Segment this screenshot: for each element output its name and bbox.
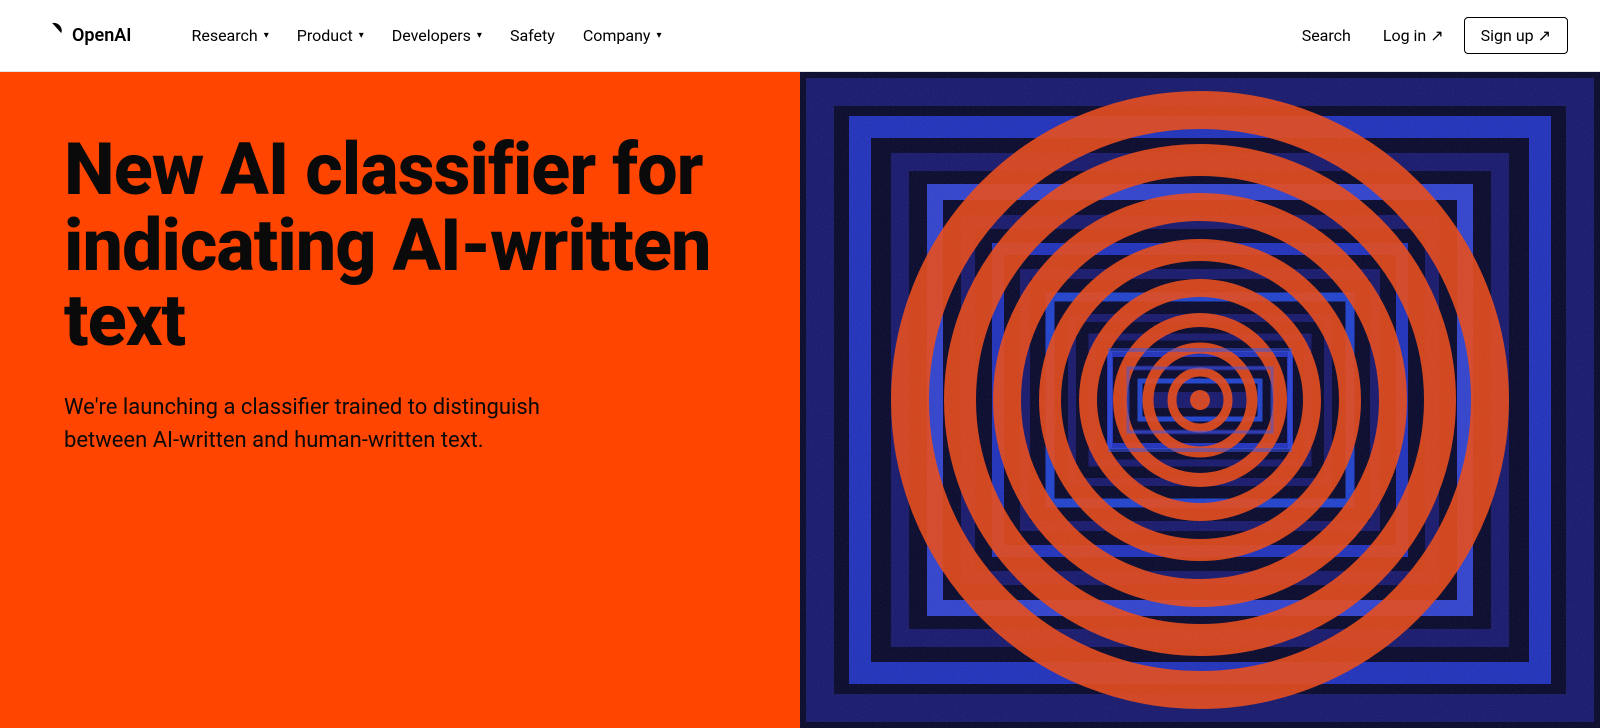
hero-subtitle: We're launching a classifier trained to …	[64, 391, 584, 457]
art-container	[800, 72, 1600, 728]
nav-item-company[interactable]: Company ▾	[571, 18, 674, 53]
search-button[interactable]: Search	[1290, 18, 1363, 53]
navbar: OpenAI Research ▾ Product ▾ Developers ▾…	[0, 0, 1600, 72]
chevron-down-icon: ▾	[477, 30, 482, 41]
chevron-down-icon: ▾	[359, 30, 364, 41]
hero-title: New AI classifier for indicating AI-writ…	[64, 132, 736, 359]
chevron-down-icon: ▾	[656, 30, 661, 41]
hero-artwork	[800, 72, 1600, 728]
nav-item-product[interactable]: Product ▾	[285, 18, 376, 53]
hero-section: New AI classifier for indicating AI-writ…	[0, 72, 1600, 728]
nav-links: Research ▾ Product ▾ Developers ▾ Safety…	[179, 18, 1289, 53]
nav-item-developers[interactable]: Developers ▾	[380, 18, 494, 53]
signup-button[interactable]: Sign up ↗	[1464, 17, 1568, 54]
nav-item-safety[interactable]: Safety	[498, 18, 567, 53]
hero-left: New AI classifier for indicating AI-writ…	[0, 72, 800, 728]
nav-right: Search Log in ↗ Sign up ↗	[1290, 17, 1568, 54]
hero-art	[800, 72, 1600, 728]
nav-item-research[interactable]: Research ▾	[179, 18, 280, 53]
login-button[interactable]: Log in ↗	[1371, 18, 1456, 53]
logo-link[interactable]: OpenAI	[32, 20, 131, 52]
openai-logo-icon	[32, 20, 64, 52]
brand-name: OpenAI	[72, 25, 131, 46]
chevron-down-icon: ▾	[264, 30, 269, 41]
